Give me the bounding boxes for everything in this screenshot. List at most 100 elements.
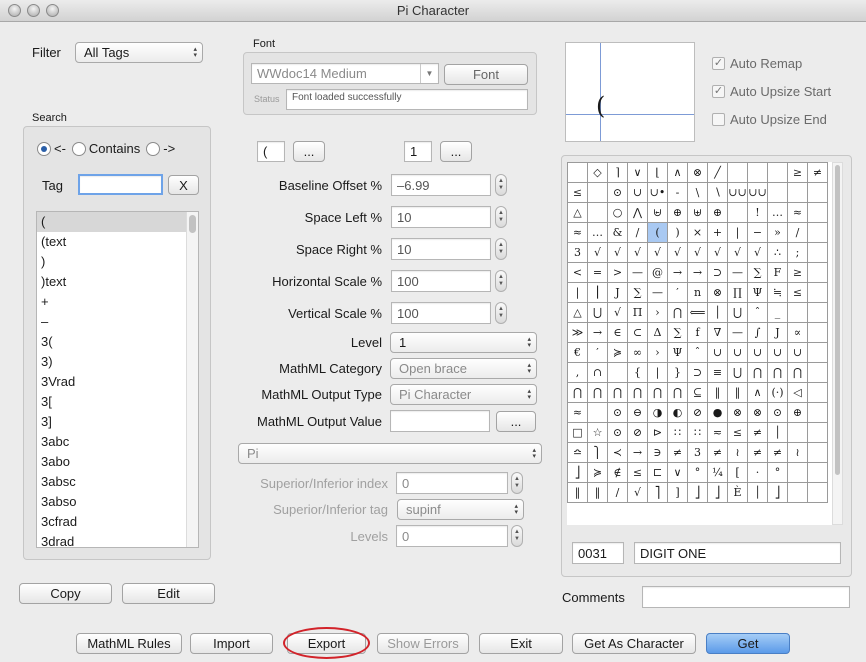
charmap-cell[interactable]: ⊕ <box>787 402 808 423</box>
charmap-cell[interactable]: ∷ <box>667 422 688 443</box>
charmap-cell[interactable]: + <box>707 222 728 243</box>
charmap-cell[interactable] <box>727 162 748 183</box>
charmap-cell[interactable]: ‖ <box>727 382 748 403</box>
charmap-cell[interactable]: J <box>767 322 788 343</box>
charmap-cell[interactable]: J <box>607 282 628 303</box>
space-right-stepper[interactable]: ▲ ▼ <box>495 238 507 260</box>
charmap-cell[interactable]: · <box>747 462 768 483</box>
charmap-cell[interactable] <box>807 442 828 463</box>
charmap-cell[interactable]: ∧ <box>747 382 768 403</box>
charmap-cell[interactable]: √ <box>627 242 648 263</box>
charmap-cell[interactable]: 3 <box>687 442 708 463</box>
charmap-cell[interactable] <box>587 402 608 423</box>
tag-list-item[interactable]: 3absc <box>37 472 198 492</box>
charmap-cell[interactable]: ⟸ <box>687 302 708 323</box>
charmap-cell[interactable]: ) <box>667 222 688 243</box>
tag-list-item[interactable]: + <box>37 292 198 312</box>
charmap-cell[interactable] <box>807 402 828 423</box>
charmap-cell[interactable]: ⋂ <box>587 382 608 403</box>
charmap-cell[interactable]: ≀ <box>727 442 748 463</box>
charmap-cell[interactable]: ⋂ <box>567 382 588 403</box>
charmap-cell[interactable]: ⊌ <box>647 202 668 223</box>
tag-input[interactable] <box>78 174 163 195</box>
charmap-cell[interactable]: ; <box>787 242 808 263</box>
charmap-cell[interactable]: € <box>567 342 588 363</box>
charmap-cell[interactable]: - <box>667 182 688 203</box>
char-code-field[interactable]: 0031 <box>572 542 624 564</box>
charmap-cell[interactable]: ⊎ <box>687 202 708 223</box>
charmap-cell[interactable] <box>787 302 808 323</box>
charmap-cell[interactable]: ⊙ <box>607 402 628 423</box>
charmap-cell[interactable]: [ <box>727 462 748 483</box>
charmap-cell[interactable]: √ <box>647 242 668 263</box>
vertical-scale-field[interactable]: 100 <box>391 302 491 324</box>
charmap-cell[interactable]: ≈ <box>567 222 588 243</box>
charmap-cell[interactable]: √ <box>687 242 708 263</box>
charmap-cell[interactable]: F <box>767 262 788 283</box>
charmap-cell[interactable]: ⎦ <box>767 482 788 503</box>
charmap-cell[interactable]: — <box>727 262 748 283</box>
charmap-cell[interactable]: ⊕ <box>667 202 688 223</box>
get-button[interactable]: Get <box>706 633 790 654</box>
charmap-cell[interactable]: ∪ <box>707 342 728 363</box>
charmap-cell[interactable]: ∝ <box>787 322 808 343</box>
charmap-cell[interactable]: − <box>747 222 768 243</box>
charmap-cell[interactable]: » <box>767 222 788 243</box>
charmap-cell[interactable]: ≠ <box>747 442 768 463</box>
charmap-cell[interactable]: ≤ <box>627 462 648 483</box>
charmap-cell[interactable] <box>567 162 588 183</box>
tag-list-item[interactable]: )text <box>37 272 198 292</box>
charmap-cell[interactable]: ! <box>747 202 768 223</box>
charmap-cell[interactable]: ⋃ <box>727 362 748 383</box>
count-field[interactable]: 1 <box>404 141 432 162</box>
charmap-cell[interactable]: ⊕ <box>707 202 728 223</box>
charmap-cell[interactable]: ≺ <box>607 442 628 463</box>
charmap-cell[interactable]: ● <box>707 402 728 423</box>
charmap-cell[interactable]: √ <box>627 482 648 503</box>
charmap-cell[interactable] <box>807 362 828 383</box>
charmap-cell[interactable] <box>787 422 808 443</box>
charmap-cell[interactable]: ∩ <box>587 362 608 383</box>
charmap-cell[interactable] <box>767 162 788 183</box>
filter-select[interactable]: All Tags <box>75 42 203 63</box>
charmap-cell[interactable] <box>807 422 828 443</box>
charmap-cell[interactable]: ≫ <box>567 322 588 343</box>
charmap-cell[interactable]: ∞ <box>627 342 648 363</box>
auto-upsize-end-checkbox[interactable]: Auto Upsize End <box>712 112 827 127</box>
copy-button[interactable]: Copy <box>19 583 112 604</box>
charmap-cell[interactable]: ¼ <box>707 462 728 483</box>
charmap-cell[interactable]: ≽ <box>607 342 628 363</box>
charmap-cell[interactable]: | <box>647 362 668 383</box>
charmap-cell[interactable]: ⊃ <box>687 362 708 383</box>
charmap-cell[interactable]: ☆ <box>587 422 608 443</box>
charmap-cell[interactable]: ⊗ <box>727 402 748 423</box>
charmap-cell[interactable]: ⊘ <box>687 402 708 423</box>
charmap-cell[interactable]: → <box>587 322 608 343</box>
edit-button[interactable]: Edit <box>122 583 215 604</box>
charmap-cell[interactable]: ⋂ <box>787 362 808 383</box>
charmap-cell[interactable]: √ <box>747 242 768 263</box>
charmap-scrollbar[interactable] <box>832 162 843 525</box>
charmap-cell[interactable]: Π <box>627 302 648 323</box>
charmap-cell[interactable]: ⊗ <box>707 282 728 303</box>
clear-tag-button[interactable]: X <box>168 175 199 195</box>
character-more-button[interactable]: ... <box>293 141 325 162</box>
charmap-cell[interactable]: ⎦ <box>567 462 588 483</box>
charmap-cell[interactable]: Ψ <box>667 342 688 363</box>
charmap-cell[interactable]: — <box>627 262 648 283</box>
tag-list[interactable]: ((text))text + –3(3) 3Vrad 3[3] 3abc 3abo 3absc… <box>36 211 199 548</box>
charmap-cell[interactable]: > <box>607 262 628 283</box>
pi-select[interactable]: Pi <box>238 443 542 464</box>
charmap-cell[interactable]: ≀ <box>787 442 808 463</box>
charmap-cell[interactable]: ⊘ <box>627 422 648 443</box>
charmap-cell[interactable] <box>807 262 828 283</box>
space-left-field[interactable]: 10 <box>391 206 491 228</box>
tag-list-item[interactable]: 3Vrad <box>37 372 198 392</box>
charmap-cell[interactable] <box>787 182 808 203</box>
charmap-cell[interactable]: — <box>647 282 668 303</box>
tag-list-item[interactable]: 3abo <box>37 452 198 472</box>
charmap-cell[interactable]: < <box>567 262 588 283</box>
direction-left-radio[interactable] <box>37 141 51 156</box>
levels-stepper[interactable]: ▲ ▼ <box>511 525 523 547</box>
charmap-cell[interactable]: ⋂ <box>607 382 628 403</box>
